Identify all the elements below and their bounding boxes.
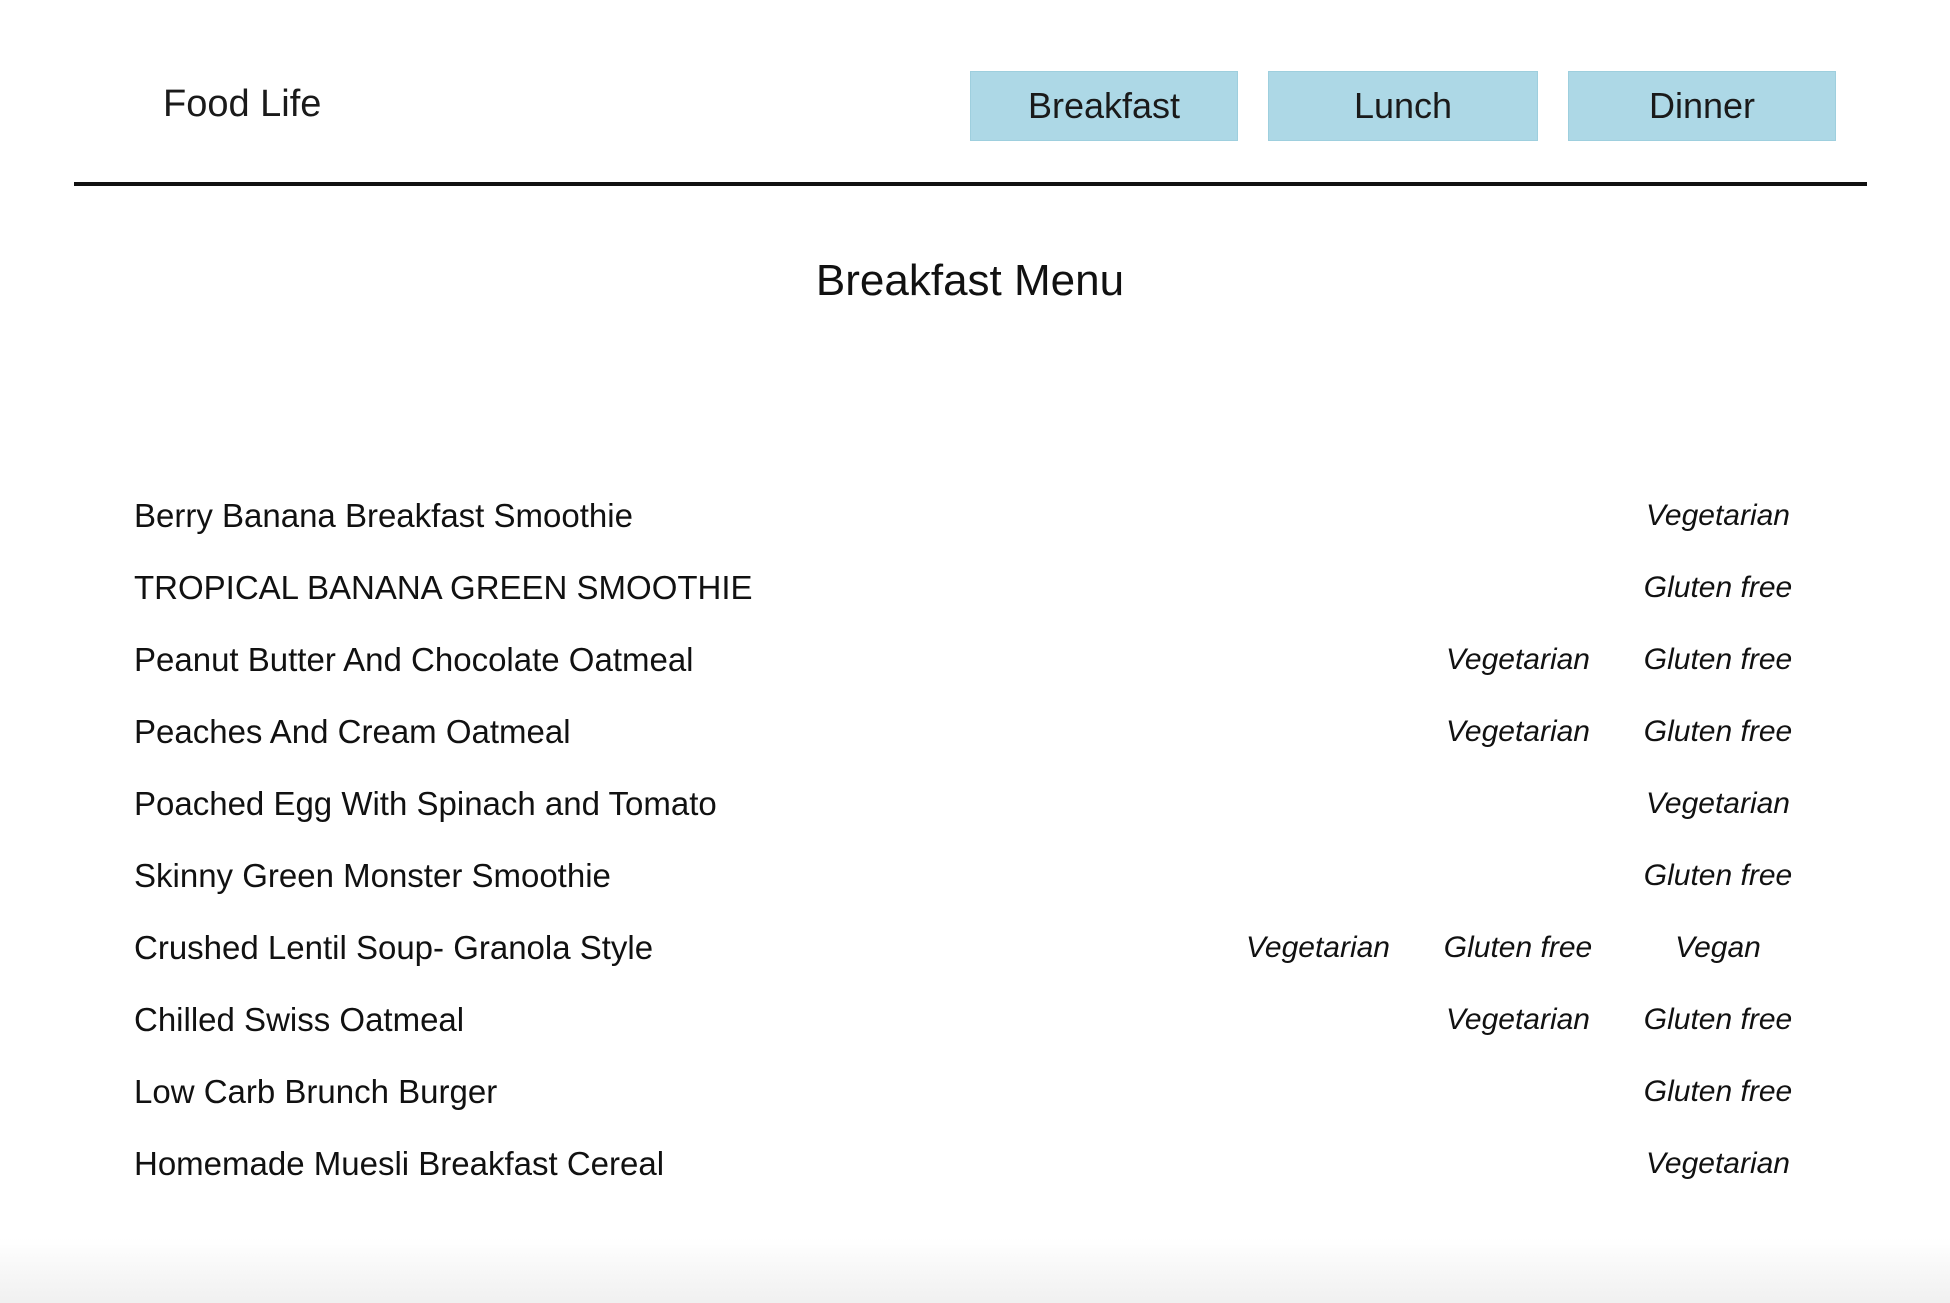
- diet-tag: Vegetarian: [1446, 715, 1590, 748]
- diet-tag: Vegetarian: [1446, 643, 1590, 676]
- menu-item: Berry Banana Breakfast Smoothie Vegetaria…: [0, 487, 1950, 559]
- menu-item: Chilled Swiss Oatmeal Vegetarian Gluten fr…: [0, 991, 1950, 1063]
- menu-item: TROPICAL BANANA GREEN SMOOTHIE Gluten fre…: [0, 559, 1950, 631]
- menu-list: Berry Banana Breakfast Smoothie Vegetaria…: [0, 487, 1950, 1207]
- diet-tag: Gluten free: [1643, 571, 1793, 604]
- menu-item: Poached Egg With Spinach and Tomato Veget…: [0, 775, 1950, 847]
- menu-item: Homemade Muesli Breakfast Cereal Vegetari…: [0, 1135, 1950, 1207]
- diet-tag: Gluten free: [1643, 1075, 1793, 1108]
- diet-tag: Gluten free: [1443, 931, 1593, 964]
- page-title: Breakfast Menu: [815, 256, 1125, 305]
- menu-item-name: Berry Banana Breakfast Smoothie: [134, 497, 633, 534]
- nav-lunch-button[interactable]: Lunch: [1268, 71, 1538, 141]
- diet-tag: Gluten free: [1643, 715, 1793, 748]
- site-logo-text[interactable]: Food Life: [163, 80, 321, 128]
- diet-tag: Vegetarian: [1446, 1003, 1590, 1036]
- nav-breakfast-button[interactable]: Breakfast: [970, 71, 1238, 141]
- menu-item-name: Peanut Butter And Chocolate Oatmeal: [134, 641, 694, 678]
- menu-item-name: Homemade Muesli Breakfast Cereal: [134, 1145, 665, 1182]
- diet-tag: Vegetarian: [1646, 787, 1790, 820]
- menu-item-name: Poached Egg With Spinach and Tomato: [134, 785, 717, 822]
- diet-tag: Gluten free: [1643, 859, 1793, 892]
- menu-item-name: TROPICAL BANANA GREEN SMOOTHIE: [134, 569, 753, 606]
- diet-tag: Vegan: [1675, 931, 1761, 964]
- nav-dinner-button[interactable]: Dinner: [1568, 71, 1836, 141]
- menu-item: Low Carb Brunch Burger Gluten free: [0, 1063, 1950, 1135]
- menu-item-name: Chilled Swiss Oatmeal: [134, 1001, 465, 1038]
- diet-tag: Vegetarian: [1646, 1147, 1790, 1180]
- diet-tag: Gluten free: [1643, 643, 1793, 676]
- menu-item-name: Low Carb Brunch Burger: [134, 1073, 498, 1110]
- menu-item-name: Skinny Green Monster Smoothie: [134, 857, 611, 894]
- menu-item: Crushed Lentil Soup- Granola Style Vegeta…: [0, 919, 1950, 991]
- diet-tag: Vegetarian: [1246, 931, 1390, 964]
- menu-item: Skinny Green Monster Smoothie Gluten free: [0, 847, 1950, 919]
- menu-item: Peanut Butter And Chocolate Oatmeal Veget…: [0, 631, 1950, 703]
- header-divider: [74, 182, 1867, 186]
- diet-tag: Gluten free: [1643, 1003, 1793, 1036]
- page-bottom-shade: [0, 1238, 1950, 1303]
- menu-item: Peaches And Cream Oatmeal Vegetarian Glute…: [0, 703, 1950, 775]
- diet-tag: Vegetarian: [1646, 499, 1790, 532]
- menu-item-name: Peaches And Cream Oatmeal: [134, 713, 571, 750]
- menu-item-name: Crushed Lentil Soup- Granola Style: [134, 929, 654, 966]
